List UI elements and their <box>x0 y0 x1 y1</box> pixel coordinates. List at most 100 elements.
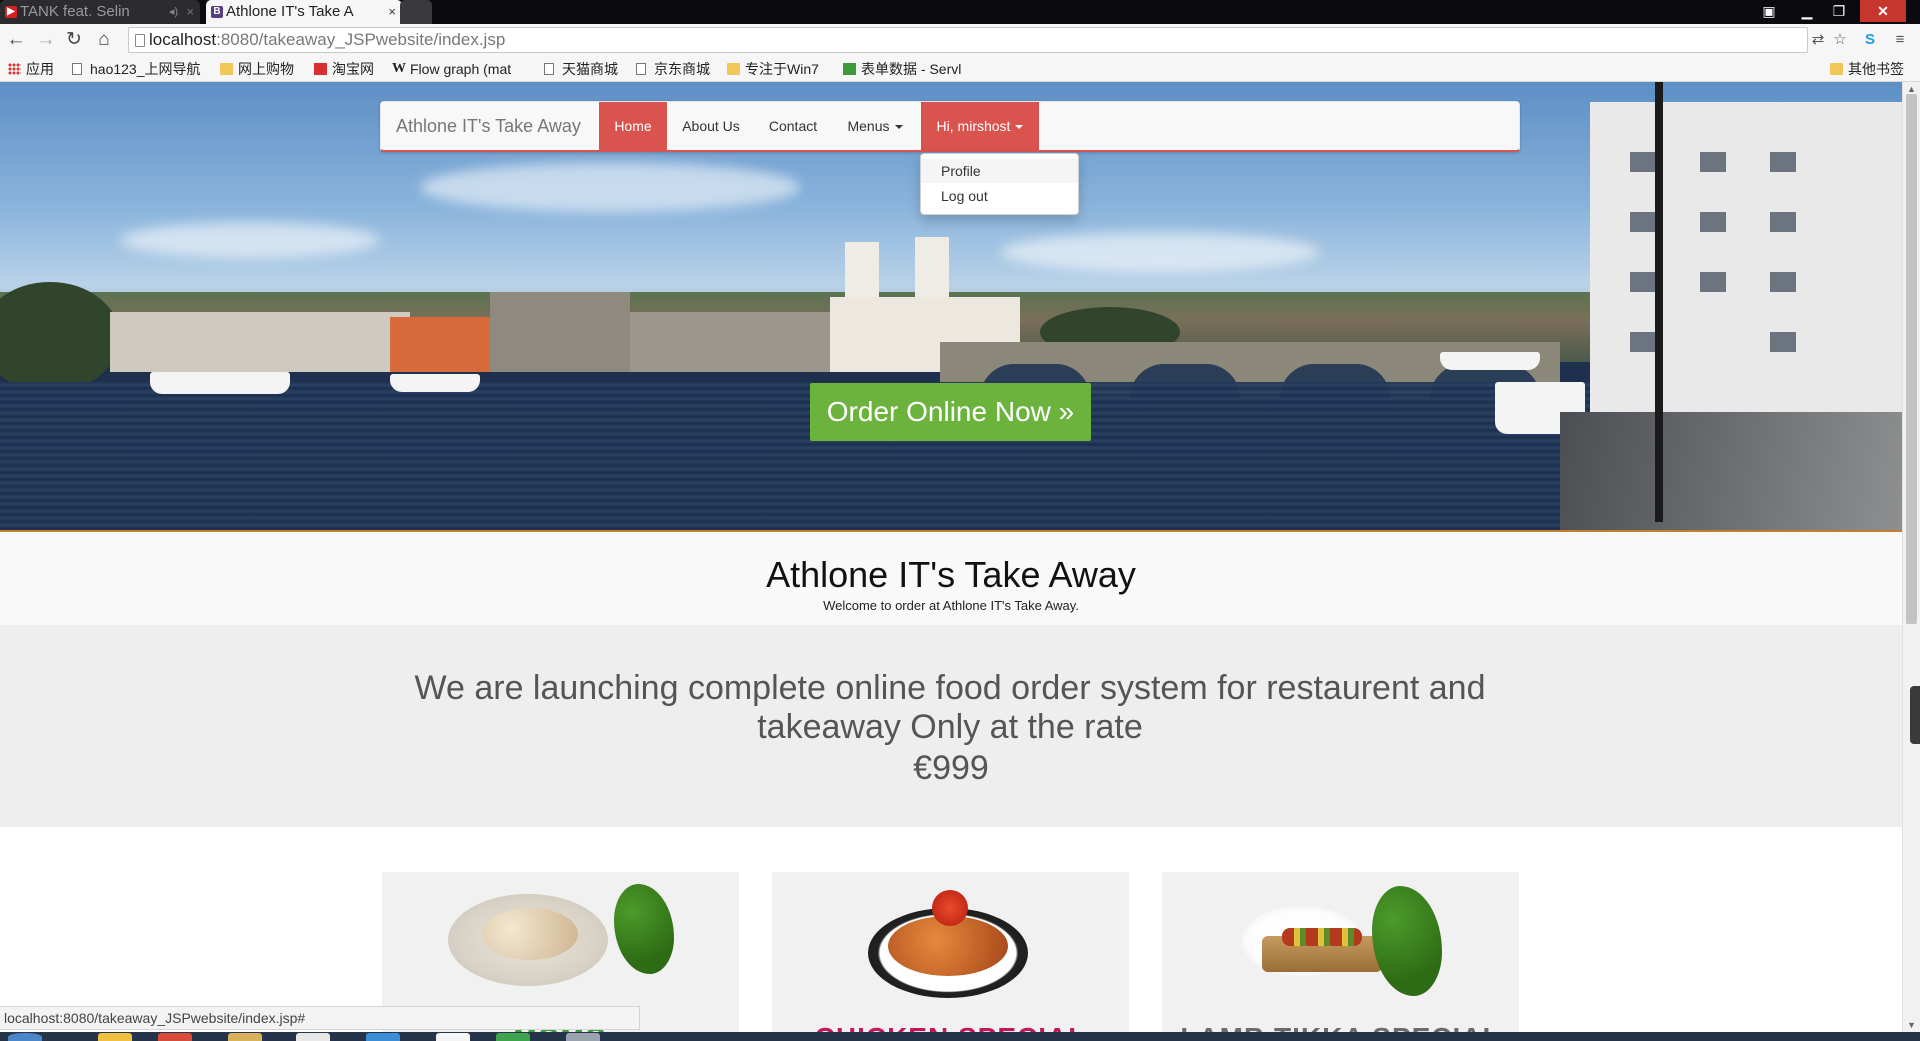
bookmark-label: hao123_上网导航 <box>90 61 201 77</box>
os-taskbar <box>0 1032 1920 1041</box>
youtube-icon: ▶ <box>5 6 17 18</box>
profile-icon[interactable]: ▣ <box>1756 0 1782 22</box>
bookmark-tmall[interactable]: 天猫商城 <box>544 56 626 82</box>
building-window <box>1700 152 1726 172</box>
page-icon <box>72 63 82 75</box>
wikipedia-icon: W <box>392 61 406 76</box>
launch-price: €999 <box>913 749 989 787</box>
launch-section: We are launching complete online food or… <box>0 625 1902 827</box>
url-path: :8080/takeaway_JSPwebsite/index.jsp <box>216 30 506 49</box>
taskbar-app[interactable] <box>228 1033 262 1041</box>
bookmark-taobao[interactable]: 淘宝网 <box>314 56 384 82</box>
nav-label: Hi, mirshost <box>936 118 1011 134</box>
home-icon[interactable]: ⌂ <box>92 28 116 52</box>
intro-section: Athlone IT's Take Away Welcome to order … <box>0 532 1902 625</box>
momo-dumpling-image <box>482 908 578 960</box>
page-icon <box>135 34 145 47</box>
forward-icon[interactable]: → <box>34 28 58 52</box>
building-window <box>1700 272 1726 292</box>
nav-about-us[interactable]: About Us <box>667 102 755 151</box>
navbar-brand[interactable]: Athlone IT's Take Away <box>396 102 581 151</box>
hero-quay <box>1560 412 1902 532</box>
menu-card-chicken[interactable]: CHICKEN SPECIAL <box>772 872 1129 1032</box>
back-icon[interactable]: ← <box>4 28 28 52</box>
page-viewport: Athlone IT's Take Away Home About Us Con… <box>0 82 1902 1032</box>
taskbar-app[interactable] <box>436 1033 470 1041</box>
tomato-garnish-image <box>932 890 968 926</box>
herb-garnish-image <box>614 884 674 974</box>
browser-tab-strip: ▶ TANK feat. Selin ◂) × B Athlone IT's T… <box>0 0 1920 24</box>
apps-icon <box>8 63 21 75</box>
bookmark-label: 表单数据 - Servl <box>861 61 962 77</box>
folder-icon <box>220 63 233 75</box>
nav-contact[interactable]: Contact <box>755 102 831 151</box>
new-tab-button[interactable] <box>400 0 432 24</box>
hero-boat <box>150 372 290 394</box>
tab-close-icon[interactable]: × <box>186 0 194 24</box>
bookmark-shopping-folder[interactable]: 网上购物 <box>220 56 306 82</box>
bookmark-win7-folder[interactable]: 专注于Win7 <box>727 56 831 82</box>
reload-icon[interactable]: ↻ <box>62 28 86 52</box>
page-icon <box>636 63 646 75</box>
nav-menus-dropdown[interactable]: Menus <box>831 102 919 151</box>
maximize-icon[interactable]: ❐ <box>1824 0 1854 22</box>
browser-tab-music[interactable]: ▶ TANK feat. Selin ◂) × <box>0 0 200 24</box>
browser-toolbar: ← → ↻ ⌂ localhost:8080/takeaway_JSPwebsi… <box>0 24 1920 56</box>
bookmark-servlet[interactable]: 表单数据 - Servl <box>843 56 979 82</box>
building-window <box>1770 272 1796 292</box>
page-scrollbar[interactable]: ▲ ▼ <box>1902 82 1920 1032</box>
bookmark-hao123[interactable]: hao123_上网导航 <box>72 56 208 82</box>
taobao-icon <box>314 63 327 75</box>
close-window-icon[interactable]: ✕ <box>1860 0 1906 22</box>
hero-apartment-building <box>1590 102 1902 462</box>
minimize-icon[interactable]: ▁ <box>1792 0 1822 22</box>
audio-icon[interactable]: ◂) <box>169 0 178 24</box>
order-online-button[interactable]: Order Online Now » <box>810 383 1091 441</box>
translate-icon[interactable]: ⇄ <box>1808 30 1828 50</box>
bookmark-jd[interactable]: 京东商城 <box>636 56 718 82</box>
chrome-menu-icon[interactable]: ≡ <box>1890 30 1910 50</box>
address-bar[interactable]: localhost:8080/takeaway_JSPwebsite/index… <box>128 27 1808 53</box>
address-url: localhost:8080/takeaway_JSPwebsite/index… <box>149 28 505 52</box>
building-window <box>1700 212 1726 232</box>
taskbar-app[interactable] <box>98 1033 132 1041</box>
bookmark-star-icon[interactable]: ☆ <box>1830 30 1850 50</box>
start-button[interactable] <box>8 1033 42 1041</box>
taskbar-app[interactable] <box>496 1033 530 1041</box>
page-icon <box>544 63 554 75</box>
menu-card-lamb[interactable]: LAMB TIKKA SPECIAL <box>1162 872 1519 1032</box>
bookmark-label: 网上购物 <box>238 61 294 77</box>
bookmark-label: 应用 <box>26 61 54 77</box>
tab-close-icon[interactable]: × <box>388 0 396 24</box>
side-panel-tab[interactable] <box>1910 686 1920 744</box>
scroll-down-icon[interactable]: ▼ <box>1903 1018 1920 1032</box>
site-navbar: Athlone IT's Take Away Home About Us Con… <box>380 101 1520 152</box>
nav-home[interactable]: Home <box>599 102 667 151</box>
taskbar-app[interactable] <box>566 1033 600 1041</box>
building-window <box>1630 212 1656 232</box>
hero-cloud <box>1000 232 1320 272</box>
folder-icon <box>727 63 740 75</box>
building-window <box>1770 152 1796 172</box>
building-window <box>1770 212 1796 232</box>
taskbar-app[interactable] <box>296 1033 330 1041</box>
bookmark-label: 其他书签 <box>1848 61 1904 77</box>
menu-item-profile[interactable]: Profile <box>921 159 1078 183</box>
bookmark-label: 京东商城 <box>654 61 710 77</box>
skype-icon[interactable]: S <box>1860 30 1880 50</box>
hero-building <box>110 312 410 372</box>
bookmark-wikipedia[interactable]: W Flow graph (mat <box>392 56 528 82</box>
nav-user-dropdown[interactable]: Hi, mirshost <box>921 102 1039 151</box>
bookmarks-bar: 应用 hao123_上网导航 网上购物 淘宝网 W Flow graph (mat… <box>0 56 1920 82</box>
taskbar-app[interactable] <box>158 1033 192 1041</box>
bookmark-apps[interactable]: 应用 <box>8 56 64 82</box>
user-dropdown-menu: Profile Log out <box>920 153 1079 215</box>
menu-item-logout[interactable]: Log out <box>921 184 1078 208</box>
browser-tab-active[interactable]: B Athlone IT's Take A × <box>206 0 402 24</box>
hero-boat <box>1440 352 1540 370</box>
bookmark-other-folder[interactable]: 其他书签 <box>1830 56 1918 82</box>
taskbar-app[interactable] <box>366 1033 400 1041</box>
hero-cloud <box>120 222 380 258</box>
scrollbar-thumb[interactable] <box>1906 94 1917 624</box>
building-window <box>1630 332 1656 352</box>
